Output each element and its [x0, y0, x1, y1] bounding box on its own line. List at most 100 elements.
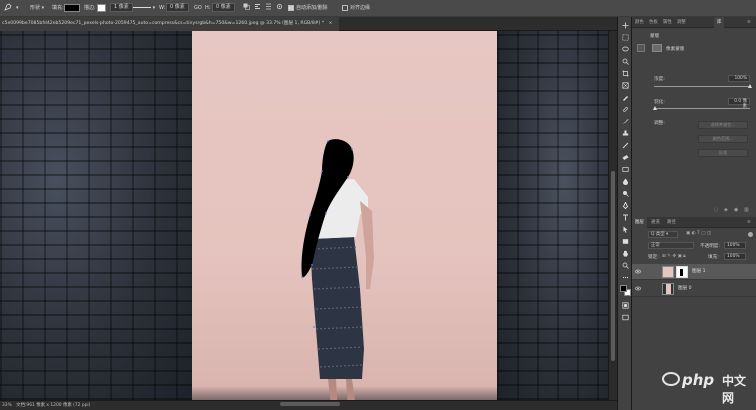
foreground-color-swatch[interactable]: [620, 285, 627, 292]
trash-icon[interactable]: ▥: [744, 207, 749, 213]
dodge-tool-icon[interactable]: [621, 189, 630, 198]
vertical-scrollbar[interactable]: [608, 31, 617, 400]
frame-tool-icon[interactable]: [621, 81, 630, 90]
select-and-mask-button[interactable]: 选择并遮住...: [698, 121, 748, 129]
tool-mode-select[interactable]: 形状 ▾: [30, 3, 44, 14]
vertical-scroll-thumb[interactable]: [611, 171, 615, 361]
panel-menu-icon[interactable]: ≡: [744, 17, 754, 28]
tab-paths[interactable]: 路径: [664, 217, 679, 228]
stroke-color-swatch[interactable]: [97, 3, 106, 12]
canvas[interactable]: [0, 31, 608, 400]
blend-mode-select[interactable]: 正常: [648, 242, 694, 249]
pen-tool-icon[interactable]: [4, 3, 12, 14]
fill-color-swatch[interactable]: [64, 3, 80, 12]
toggle-mask-icon[interactable]: ◉: [734, 207, 738, 213]
fill-swatch[interactable]: [64, 3, 80, 14]
layer-row[interactable]: 图层 1: [632, 264, 756, 280]
zoom-tool-icon[interactable]: [621, 261, 630, 270]
move-tool-icon[interactable]: [621, 21, 630, 30]
filter-toggle[interactable]: [748, 232, 753, 237]
right-wall-image: [497, 31, 608, 400]
healing-brush-tool-icon[interactable]: [621, 105, 630, 114]
fill-field[interactable]: 100%: [724, 253, 746, 260]
eyedropper-tool-icon[interactable]: [621, 93, 630, 102]
opacity-field[interactable]: 100%: [724, 242, 746, 249]
rectangle-tool-icon[interactable]: [621, 237, 630, 246]
crop-tool-icon[interactable]: [621, 69, 630, 78]
path-select-tool-icon[interactable]: [621, 225, 630, 234]
foreground-background-colors[interactable]: [620, 285, 632, 297]
density-field[interactable]: 100%: [728, 75, 750, 82]
refine-label: 调整:: [654, 121, 665, 126]
path-ops-icon[interactable]: [243, 3, 250, 14]
panel-menu-icon[interactable]: ≡: [744, 217, 754, 228]
history-brush-tool-icon[interactable]: [621, 141, 630, 150]
tab-adjustments[interactable]: 调整: [674, 17, 689, 28]
watermark-text: php: [682, 371, 715, 389]
opacity-label: 不透明度:: [700, 244, 720, 249]
tab-layers[interactable]: 图层: [632, 217, 647, 228]
quick-select-tool-icon[interactable]: [621, 57, 630, 66]
layer-name: 图层 0: [678, 286, 692, 291]
stroke-swatch[interactable]: [97, 3, 106, 14]
width-field[interactable]: 0 像素: [166, 3, 189, 14]
feather-slider[interactable]: [654, 108, 750, 109]
density-slider-handle[interactable]: [748, 84, 752, 88]
checkbox-icon[interactable]: [342, 4, 348, 11]
tab-channels[interactable]: 通道: [648, 217, 663, 228]
more-tools-icon[interactable]: [621, 273, 630, 282]
layer-kind-filter[interactable]: Q 类型 ▾: [648, 231, 678, 238]
apply-mask-icon[interactable]: ◈: [724, 207, 728, 213]
align-edges-checkbox[interactable]: 对齐边缘: [342, 3, 370, 14]
stroke-size-field[interactable]: 1 像素: [110, 3, 133, 14]
brush-tool-icon[interactable]: [621, 117, 630, 126]
eraser-tool-icon[interactable]: [621, 153, 630, 162]
hand-tool-icon[interactable]: [621, 249, 630, 258]
horizontal-scroll-thumb[interactable]: [280, 402, 340, 406]
feather-field[interactable]: 0.0 像素: [728, 98, 750, 109]
layer-row[interactable]: 图层 0: [632, 281, 756, 297]
pixel-mask-icon[interactable]: [652, 44, 662, 52]
gradient-tool-icon[interactable]: [621, 165, 630, 174]
eye-icon[interactable]: [635, 269, 641, 274]
height-field[interactable]: 0 像素: [212, 3, 235, 14]
tab-properties[interactable]: 属性: [660, 17, 675, 28]
tab-color[interactable]: 颜色: [632, 17, 647, 28]
zoom-level[interactable]: 33%: [2, 403, 12, 408]
quick-mask-icon[interactable]: [621, 301, 630, 310]
link-dimensions-icon[interactable]: GO: [194, 3, 202, 14]
layer-name: 图层 1: [692, 269, 706, 274]
close-icon[interactable]: ×: [329, 21, 333, 26]
lasso-tool-icon[interactable]: [621, 45, 630, 54]
document-title: c5e0099be7085bfd42eb5209ec71_pexels-phot…: [2, 21, 325, 26]
document-tab[interactable]: c5e0099be7085bfd42eb5209ec71_pexels-phot…: [0, 17, 339, 31]
path-arrange-icon[interactable]: [265, 3, 272, 14]
eye-icon[interactable]: [635, 286, 641, 291]
type-tool-icon[interactable]: [621, 213, 630, 222]
tab-libraries[interactable]: 库: [714, 17, 725, 28]
layer-filter-icons: ▣ ◐ T ▢ ◫: [686, 231, 712, 236]
screen-mode-icon[interactable]: [621, 313, 630, 322]
lock-icons[interactable]: ⊞ ✎ ✥ ▣ 🔒︎: [662, 253, 686, 259]
pixel-mask-label: 像素蒙版: [666, 47, 685, 52]
document-info[interactable]: 文档:961 像素 x 1200 像素 (72 ppi): [16, 403, 90, 408]
density-slider[interactable]: [654, 86, 750, 87]
pen-tool-icon[interactable]: [621, 201, 630, 210]
load-selection-icon[interactable]: ◌: [714, 207, 718, 213]
chevron-down-icon[interactable]: ▾: [16, 3, 19, 14]
blur-tool-icon[interactable]: [621, 177, 630, 186]
marquee-tool-icon[interactable]: [621, 33, 630, 42]
vector-mask-icon[interactable]: [637, 44, 645, 52]
tab-swatches[interactable]: 色板: [646, 17, 661, 28]
path-align-icon[interactable]: [254, 3, 261, 14]
lock-label: 锁定:: [648, 255, 659, 260]
stroke-type-select[interactable]: ▾: [133, 3, 155, 14]
color-range-button[interactable]: 颜色范围...: [698, 135, 748, 143]
stroke-label: 描边:: [84, 5, 96, 11]
checkbox-icon[interactable]: [288, 4, 294, 11]
feather-slider-handle[interactable]: [653, 106, 657, 110]
invert-button[interactable]: 反相: [698, 149, 748, 157]
gear-icon[interactable]: [276, 3, 283, 14]
auto-add-delete-checkbox[interactable]: 自动添加/删除: [288, 3, 328, 14]
stamp-tool-icon[interactable]: [621, 129, 630, 138]
